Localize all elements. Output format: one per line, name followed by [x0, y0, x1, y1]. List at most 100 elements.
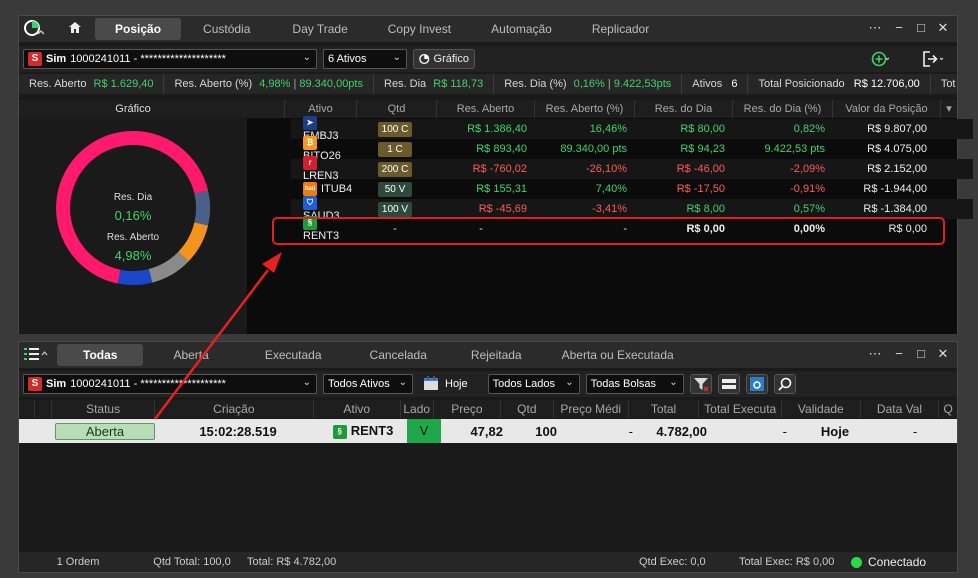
chevron-down-icon: ⌄ [669, 377, 678, 388]
cell-res-aberto: R$ 155,31 [476, 183, 527, 195]
col-preco[interactable]: Preço [434, 400, 501, 418]
col-data-val[interactable]: Data Val [861, 400, 940, 418]
assets-select[interactable]: 6 Ativos ⌄ [323, 49, 407, 69]
summary-res-dia-pct: Res. Dia (%) 0,16% | 9.422,53pts [494, 74, 683, 94]
chart-panel: Gráfico Res. Dia 0,16% Res. Aberto 4,98% [19, 100, 247, 334]
col-validade[interactable]: Validade [782, 400, 861, 418]
filter-clear-icon [693, 378, 709, 392]
orders-account-select[interactable]: S Sim 1000241011 - ******************** … [23, 374, 317, 394]
chart-button[interactable]: Gráfico [413, 49, 475, 69]
positions-tabs: Posição Custódia Day Trade Copy Invest A… [95, 18, 669, 40]
settings-export-button[interactable] [745, 374, 768, 394]
tab-aberta-ou-executada[interactable]: Aberta ou Executada [544, 344, 692, 366]
filter-assets-select[interactable]: Todos Ativos ⌄ [323, 374, 413, 394]
col-valor-posicao[interactable]: Valor da Posição [833, 100, 941, 118]
close-icon[interactable]: ✕ [933, 20, 953, 36]
orders-tabs: Todas Aberta Executada Cancelada Rejeita… [57, 344, 692, 366]
tab-todas[interactable]: Todas [57, 344, 144, 366]
cell-qtd: 100 V [355, 201, 435, 217]
cell-preco: 47,82 [470, 423, 503, 439]
positions-tabbar: Posição Custódia Day Trade Copy Invest A… [19, 16, 957, 42]
layout-button[interactable] [717, 374, 740, 394]
cell-valor: R$ 9.807,00 [867, 123, 927, 135]
donut-res-aberto-label: Res. Aberto [106, 232, 160, 243]
table-row[interactable]: ₿BITQ26 1 C R$ 893,40 89.340,00 pts R$ 9… [291, 136, 973, 162]
col-handle [19, 400, 35, 418]
orders-table-header: Status Criação Ativo Lado Preço Qtd Preç… [19, 400, 957, 418]
col-res-aberto[interactable]: Res. Aberto [437, 100, 535, 118]
table-row[interactable]: itaú ITUB4 50 V R$ 155,31 7,40% R$ -17,50… [291, 179, 973, 199]
chart-button-label: Gráfico [433, 53, 469, 65]
filter-sides-select[interactable]: Todos Lados ⌄ [487, 374, 580, 394]
tab-aberta[interactable]: Aberta [143, 344, 238, 366]
col-criacao[interactable]: Criação [155, 400, 314, 418]
cell-res-dia-pct: -0,91% [790, 183, 825, 195]
orders-tabbar: Todas Aberta Executada Cancelada Rejeita… [19, 342, 957, 368]
add-circle-icon[interactable] [871, 50, 890, 71]
col-total[interactable]: Total [629, 400, 700, 418]
col-qtd[interactable]: Qtd [501, 400, 554, 418]
tab-copy-invest[interactable]: Copy Invest [368, 18, 471, 40]
account-select[interactable]: S Sim 1000241011 - ******************** … [23, 49, 317, 69]
col-res-aberto-pct[interactable]: Res. Aberto (%) [535, 100, 635, 118]
cell-qtd: 200 C [355, 161, 435, 177]
tab-cancelada[interactable]: Cancelada [348, 344, 449, 366]
account-value: 1000241011 - ******************** [70, 53, 226, 65]
cell-total: 4.782,00 [656, 423, 707, 439]
tab-posicao[interactable]: Posição [95, 18, 182, 40]
home-icon[interactable] [63, 21, 87, 37]
col-res-dia-pct[interactable]: Res. do Dia (%) [733, 100, 833, 118]
tab-executada[interactable]: Executada [239, 344, 348, 366]
tab-replicador[interactable]: Replicador [572, 18, 669, 40]
cell-res-dia: R$ -46,00 [676, 163, 725, 175]
close-icon[interactable]: ✕ [933, 346, 953, 362]
clear-filter-button[interactable] [689, 374, 712, 394]
order-row[interactable]: Aberta 15:02:28.519 § RENT3 V 47,82 100 -… [19, 419, 957, 443]
col-preco-medio[interactable]: Preço Médi [554, 400, 629, 418]
tab-day-trade[interactable]: Day Trade [272, 18, 367, 40]
search-button[interactable] [773, 374, 796, 394]
tab-custodia[interactable]: Custódia [181, 18, 272, 40]
chart-panel-title: Gráfico [19, 100, 247, 118]
col-res-dia[interactable]: Res. do Dia [635, 100, 733, 118]
orders-window: Todas Aberta Executada Cancelada Rejeita… [18, 341, 958, 573]
filter-exchanges-select[interactable]: Todas Bolsas ⌄ [585, 374, 684, 394]
list-menu-icon[interactable] [23, 346, 51, 365]
cell-res-dia-pct: -2,09% [790, 163, 825, 175]
orders-status-bar: 1 Ordem Qtd Total: 100,0 Total: R$ 4.782… [19, 552, 957, 572]
cell-validade: Hoje [820, 423, 850, 439]
more-options-icon[interactable]: ⋯ [865, 20, 885, 36]
cell-res-aberto: R$ 1.386,40 [467, 123, 527, 135]
calendar-icon[interactable] [423, 375, 439, 394]
date-filter-label[interactable]: Hoje [445, 378, 468, 390]
table-row[interactable]: ⛉SAUD3 100 V R$ -45,69 -3,41% R$ 8,00 0,… [291, 196, 973, 222]
more-options-icon[interactable]: ⋯ [865, 346, 885, 362]
col-qtd[interactable]: Qtd [357, 100, 437, 118]
cell-res-dia-pct: 9.422,53 pts [764, 143, 825, 155]
exit-icon[interactable] [921, 50, 945, 71]
col-q[interactable]: Q [939, 400, 957, 418]
settings-sheet-icon [749, 377, 764, 391]
tab-rejeitada[interactable]: Rejeitada [449, 344, 544, 366]
minimize-icon[interactable]: − [889, 346, 909, 361]
maximize-icon[interactable]: □ [911, 346, 931, 361]
broker-logo-icon: S [28, 377, 42, 391]
col-total-executado[interactable]: Total Executa [699, 400, 782, 418]
cell-res-aberto: R$ -45,69 [478, 203, 527, 215]
minimize-icon[interactable]: − [889, 20, 909, 35]
donut-res-aberto-value: 4,98% [114, 248, 152, 263]
cell-res-aberto-pct: -3,41% [592, 203, 627, 215]
app-logo-icon[interactable] [23, 18, 45, 40]
tab-automacao[interactable]: Automação [471, 18, 572, 40]
cell-res-aberto: R$ -760,02 [472, 163, 527, 175]
table-row[interactable]: ➤EMBJ3 100 C R$ 1.386,40 16,46% R$ 80,00… [291, 116, 973, 142]
status-orders-count: 1 Ordem [56, 556, 100, 568]
col-status[interactable]: Status [52, 400, 155, 418]
sort-arrow-icon[interactable]: ▾ [941, 100, 957, 118]
col-ativo[interactable]: Ativo [314, 400, 401, 418]
localiza-logo-icon: § [332, 424, 347, 439]
orders-toolbar: S Sim 1000241011 - ******************** … [19, 371, 957, 397]
table-row[interactable]: rLREN3 200 C R$ -760,02 -26,10% R$ -46,0… [291, 156, 973, 182]
maximize-icon[interactable]: □ [911, 20, 931, 35]
col-lado[interactable]: Lado [401, 400, 434, 418]
